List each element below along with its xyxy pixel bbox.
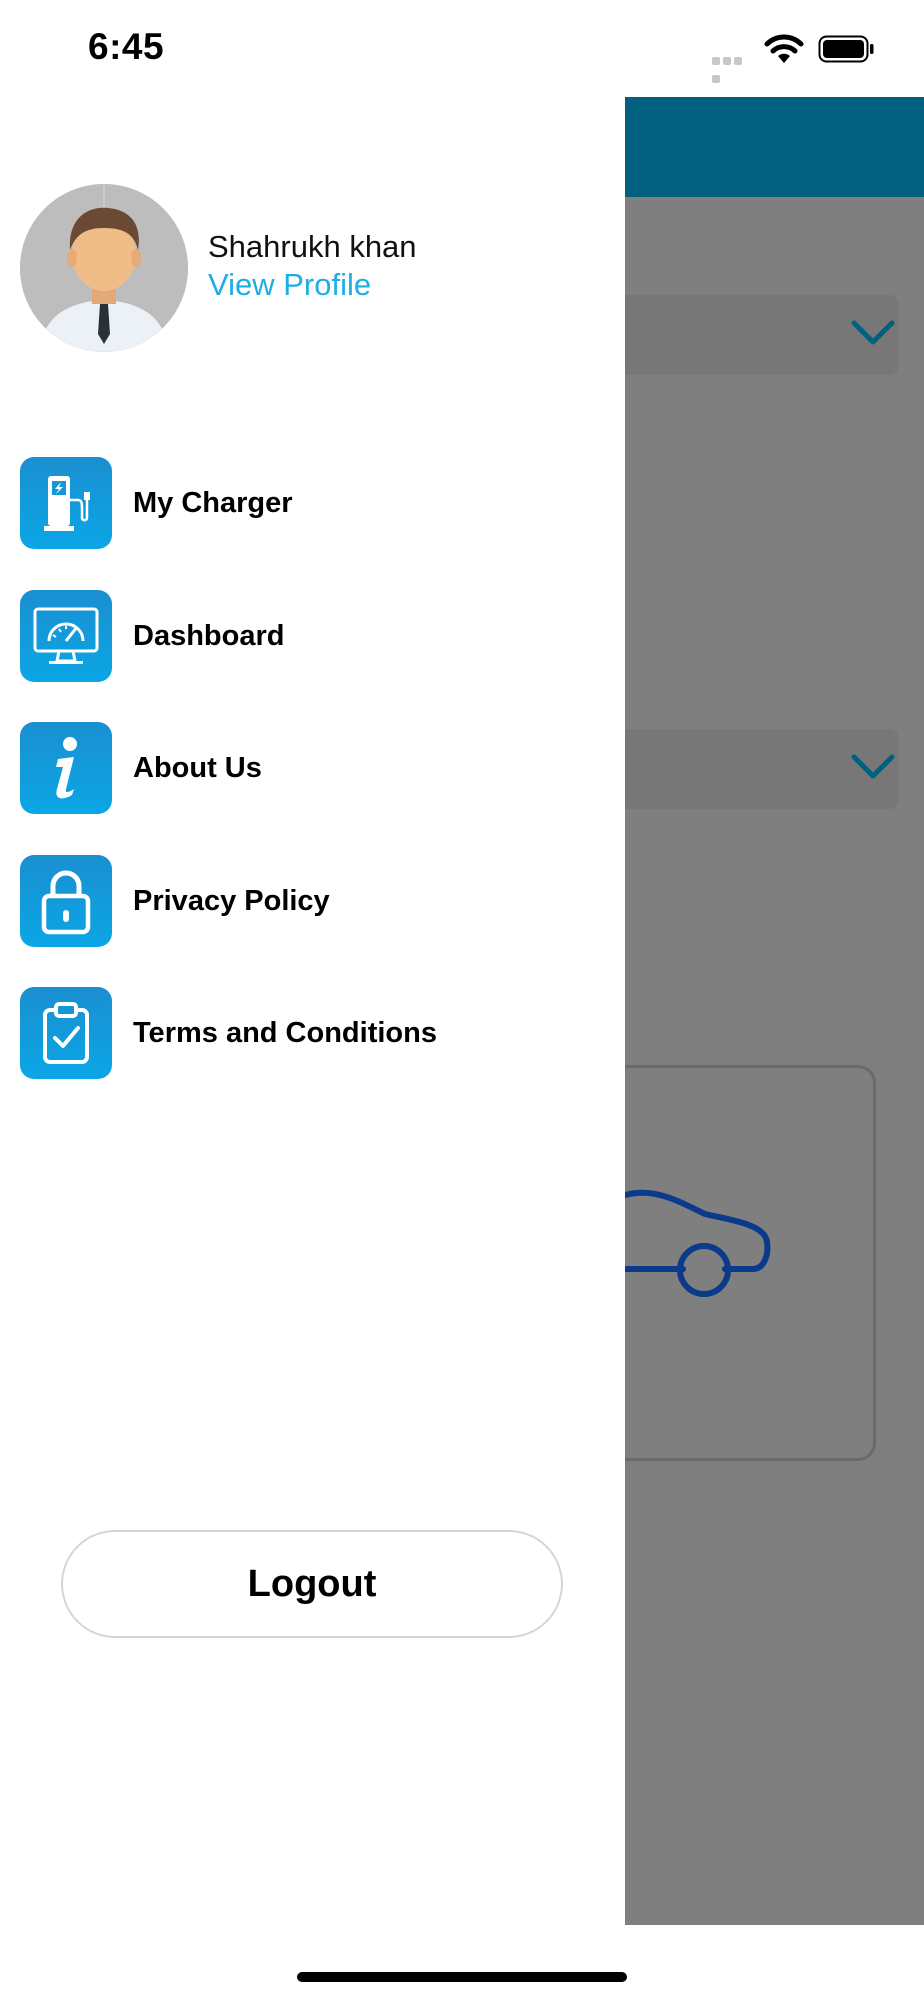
background-app-overlay[interactable]	[625, 97, 924, 1925]
ev-charger-icon	[20, 457, 112, 549]
clipboard-check-icon	[20, 987, 112, 1079]
dashboard-monitor-icon	[20, 590, 112, 682]
chevron-down-icon	[851, 754, 895, 779]
menu-item-label: Privacy Policy	[133, 884, 330, 917]
menu-item-terms-and-conditions[interactable]: Terms and Conditions	[20, 987, 580, 1079]
status-time: 6:45	[88, 26, 165, 67]
menu-item-about-us[interactable]: About Us	[20, 722, 580, 814]
menu-item-label: Dashboard	[133, 619, 285, 652]
wifi-icon	[764, 34, 804, 63]
avatar[interactable]	[20, 184, 188, 352]
car-icon	[625, 1189, 771, 1297]
profile-name: Shahrukh khan	[208, 229, 417, 264]
navigation-drawer: Shahrukh khan View Profile My Charger Da…	[0, 97, 625, 2000]
menu-item-dashboard[interactable]: Dashboard	[20, 590, 580, 682]
home-indicator[interactable]	[297, 1972, 627, 1982]
cellular-signal-icon	[712, 52, 754, 83]
info-icon	[20, 722, 112, 814]
chevron-down-icon	[851, 320, 895, 345]
menu-item-privacy-policy[interactable]: Privacy Policy	[20, 855, 580, 947]
menu-item-my-charger[interactable]: My Charger	[20, 457, 580, 549]
background-dropdown	[625, 295, 898, 375]
user-avatar-icon	[20, 184, 188, 352]
logout-button[interactable]: Logout	[61, 1530, 563, 1638]
background-app-header	[625, 97, 924, 197]
menu-item-label: My Charger	[133, 486, 293, 519]
lock-icon	[20, 855, 112, 947]
background-dropdown	[625, 729, 898, 809]
view-profile-link[interactable]: View Profile	[208, 267, 371, 303]
battery-icon	[818, 35, 874, 63]
menu-item-label: Terms and Conditions	[133, 1016, 437, 1049]
menu-item-label: About Us	[133, 751, 262, 784]
